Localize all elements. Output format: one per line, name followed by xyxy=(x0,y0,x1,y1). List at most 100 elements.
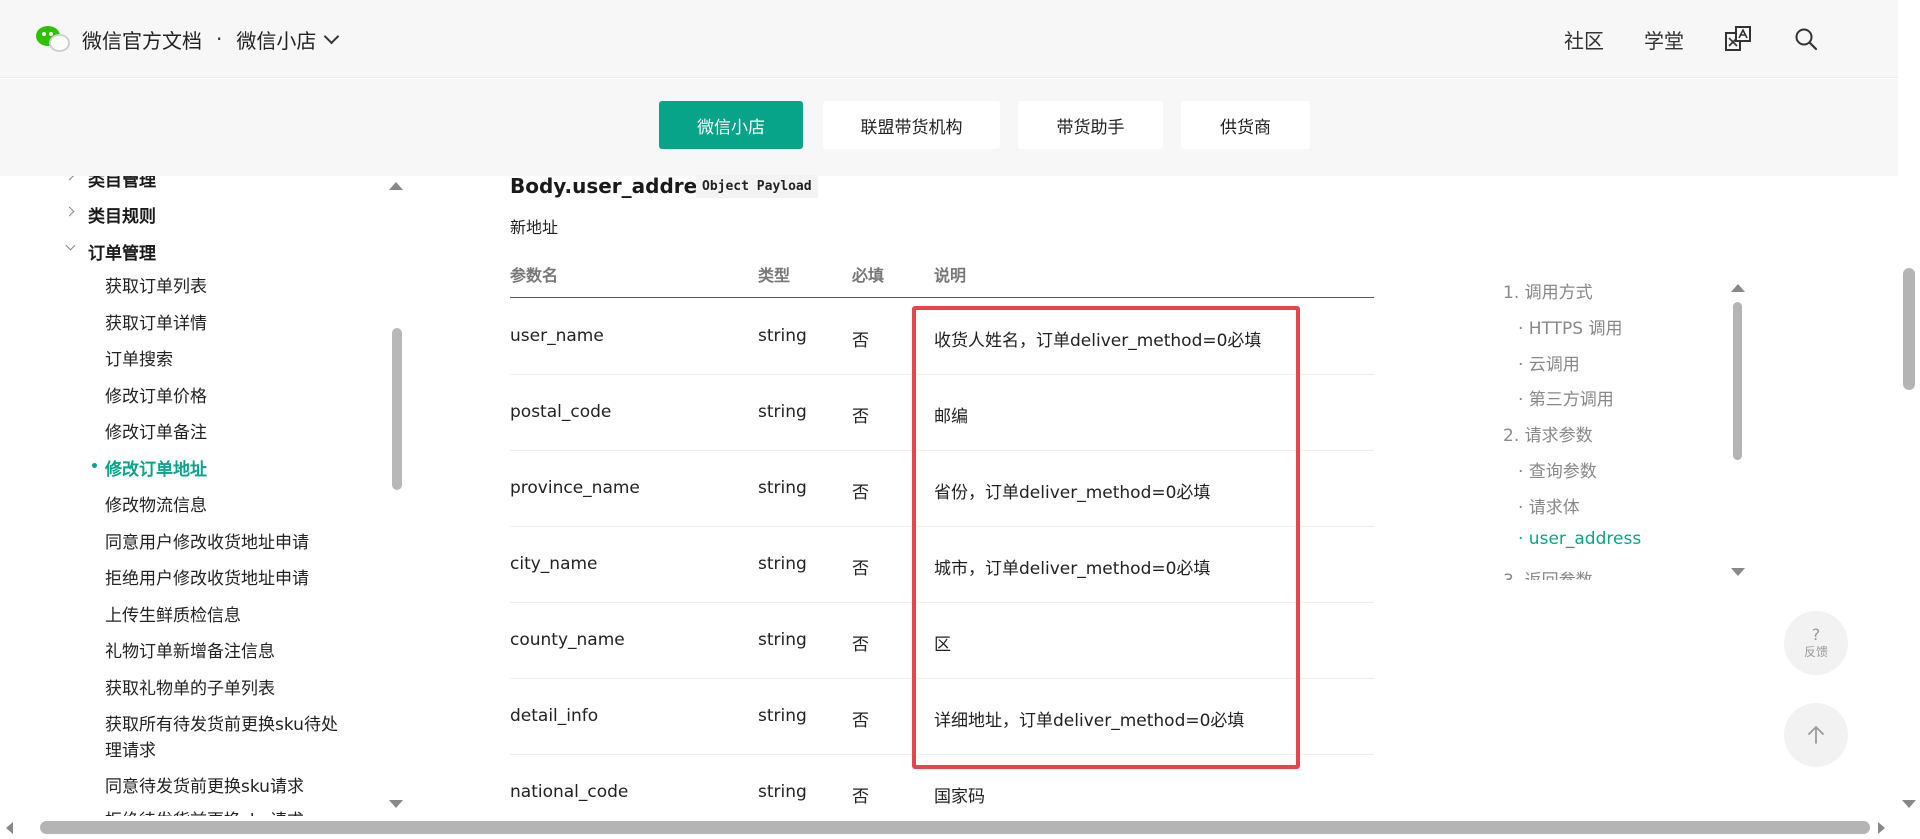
table-row: detail_info string 否 详细地址，订单deliver_meth… xyxy=(510,679,1374,755)
page-scroll-left-icon[interactable] xyxy=(6,822,13,834)
sidebar-group-category-rules[interactable]: 类目规则 xyxy=(88,202,156,227)
param-required: 否 xyxy=(852,331,869,351)
sidebar-item[interactable]: 获取礼物单的子单列表 xyxy=(105,674,275,699)
sidebar-item[interactable]: 同意用户修改收货地址申请 xyxy=(105,528,309,553)
product-tab-bar: 微信小店 联盟带货机构 带货助手 供货商 xyxy=(0,79,1898,176)
header-nav: 社区 学堂 xyxy=(1524,22,1820,56)
toc-item[interactable]: · 请求体 xyxy=(1518,493,1580,518)
sidebar-scrollbar-thumb[interactable] xyxy=(392,328,402,490)
param-description: 城市，订单deliver_method=0必填 xyxy=(934,559,1211,579)
sidebar-item[interactable]: 修改物流信息 xyxy=(105,491,207,516)
param-description: 收货人姓名，订单deliver_method=0必填 xyxy=(934,331,1262,351)
site-title[interactable]: 微信官方文档 xyxy=(82,25,202,54)
param-name: province_name xyxy=(510,478,640,498)
param-type: string xyxy=(758,706,807,726)
sidebar-item[interactable]: 获取所有待发货前更换sku待处 xyxy=(105,710,338,735)
page-horizontal-scrollbar-thumb[interactable] xyxy=(40,821,1870,834)
table-row: county_name string 否 区 xyxy=(510,603,1374,679)
sidebar-group-category-mgmt[interactable]: 类目管理 xyxy=(88,176,156,191)
chevron-right-icon xyxy=(64,176,75,181)
toc-item-active[interactable]: · user_address xyxy=(1518,529,1641,549)
param-type: string xyxy=(758,326,807,346)
param-required: 否 xyxy=(852,407,869,427)
param-name: detail_info xyxy=(510,706,599,726)
sidebar-item[interactable]: 订单搜索 xyxy=(105,345,173,370)
column-header-type: 类型 xyxy=(758,266,791,285)
toc-item[interactable]: · 查询参数 xyxy=(1518,457,1597,482)
page-vertical-scrollbar-thumb[interactable] xyxy=(1903,268,1915,390)
table-row: user_name string 否 收货人姓名，订单deliver_metho… xyxy=(510,299,1374,375)
tab-wechat-store[interactable]: 微信小店 xyxy=(659,101,803,149)
tab-supplier[interactable]: 供货商 xyxy=(1181,101,1310,149)
sidebar-item[interactable]: 同意待发货前更换sku请求 xyxy=(105,772,304,797)
feedback-button[interactable]: ? 反馈 xyxy=(1784,611,1848,675)
param-name: user_name xyxy=(510,326,604,346)
param-description: 区 xyxy=(934,635,951,655)
nav-link-community[interactable]: 社区 xyxy=(1564,25,1604,54)
param-description: 详细地址，订单deliver_method=0必填 xyxy=(934,711,1245,731)
sidebar-nav: 类目管理 类目规则 订单管理 获取订单列表 获取订单详情 订单搜索 修改订单价格… xyxy=(0,176,408,816)
param-required: 否 xyxy=(852,787,869,807)
param-name: national_code xyxy=(510,782,629,802)
sidebar-item[interactable]: 获取订单列表 xyxy=(105,272,207,297)
param-type: string xyxy=(758,630,807,650)
toc-scroll-up-icon[interactable] xyxy=(1731,284,1745,292)
toc-item[interactable]: · 第三方调用 xyxy=(1518,385,1614,410)
page-scroll-right-icon[interactable] xyxy=(1878,822,1885,834)
brand[interactable]: 微信官方文档 · 微信小店 xyxy=(36,22,340,56)
tab-sales-assistant[interactable]: 带货助手 xyxy=(1018,101,1163,149)
sidebar-item[interactable]: 礼物订单新增备注信息 xyxy=(105,637,275,662)
toc-item[interactable]: 1. 调用方式 xyxy=(1503,278,1593,303)
toc-scrollbar-thumb[interactable] xyxy=(1733,302,1742,460)
sidebar-scroll-down-icon[interactable] xyxy=(389,800,403,808)
section-title: Body.user_address xyxy=(510,174,722,198)
help-icon: ? xyxy=(1811,625,1821,644)
nav-link-academy[interactable]: 学堂 xyxy=(1644,25,1684,54)
toc-item[interactable]: · 云调用 xyxy=(1518,350,1580,375)
param-type: string xyxy=(758,402,807,422)
sidebar-item[interactable]: 上传生鲜质检信息 xyxy=(105,601,241,626)
param-required: 否 xyxy=(852,559,869,579)
sidebar-item[interactable]: 修改订单价格 xyxy=(105,382,207,407)
section-description: 新地址 xyxy=(510,218,559,237)
sidebar-item[interactable]: 获取订单详情 xyxy=(105,309,207,334)
column-header-name: 参数名 xyxy=(510,266,559,285)
table-row: postal_code string 否 邮编 xyxy=(510,375,1374,451)
sidebar-group-order-mgmt[interactable]: 订单管理 xyxy=(88,239,156,264)
sidebar-item[interactable]: 拒绝待发货前更换sku请求 xyxy=(105,806,304,816)
brand-separator: · xyxy=(216,27,223,51)
param-type: string xyxy=(758,478,807,498)
chevron-right-icon xyxy=(64,206,75,217)
type-badge: Object Payload xyxy=(696,175,818,198)
wechat-logo-icon xyxy=(36,24,70,54)
param-type: string xyxy=(758,782,807,802)
feedback-label: 反馈 xyxy=(1803,645,1828,659)
sidebar-scroll-up-icon[interactable] xyxy=(389,182,403,190)
toc-scroll-down-icon[interactable] xyxy=(1731,568,1745,576)
tab-affiliate-agency[interactable]: 联盟带货机构 xyxy=(823,101,1000,149)
table-row: province_name string 否 省份，订单deliver_meth… xyxy=(510,451,1374,527)
translate-icon[interactable] xyxy=(1724,25,1752,53)
sidebar-item-active[interactable]: 修改订单地址 xyxy=(105,455,207,480)
param-required: 否 xyxy=(852,483,869,503)
param-required: 否 xyxy=(852,635,869,655)
toc-item[interactable]: · HTTPS 调用 xyxy=(1518,314,1623,339)
sidebar-item[interactable]: 拒绝用户修改收货地址申请 xyxy=(105,564,309,589)
product-switcher[interactable]: 微信小店 xyxy=(236,25,316,54)
search-icon[interactable] xyxy=(1792,25,1820,53)
chevron-down-icon xyxy=(65,240,76,251)
sidebar-item-continued[interactable]: 理请求 xyxy=(105,736,156,761)
column-header-required: 必填 xyxy=(852,266,885,285)
back-to-top-button[interactable] xyxy=(1784,703,1848,767)
chevron-down-icon[interactable] xyxy=(324,28,340,44)
table-row: city_name string 否 城市，订单deliver_method=0… xyxy=(510,527,1374,603)
toc-item[interactable]: 2. 请求参数 xyxy=(1503,421,1593,446)
page-scroll-down-icon[interactable] xyxy=(1902,800,1916,808)
table-header: 参数名 类型 必填 说明 xyxy=(510,262,1374,298)
param-description: 邮编 xyxy=(934,407,968,427)
column-header-description: 说明 xyxy=(934,266,967,285)
sidebar-item[interactable]: 修改订单备注 xyxy=(105,418,207,443)
page-vertical-scrollbar[interactable] xyxy=(1898,0,1920,839)
toc-item[interactable]: 3. 返回参数 xyxy=(1503,566,1593,580)
table-of-contents: 1. 调用方式 · HTTPS 调用 · 云调用 · 第三方调用 2. 请求参数… xyxy=(1500,276,1740,580)
